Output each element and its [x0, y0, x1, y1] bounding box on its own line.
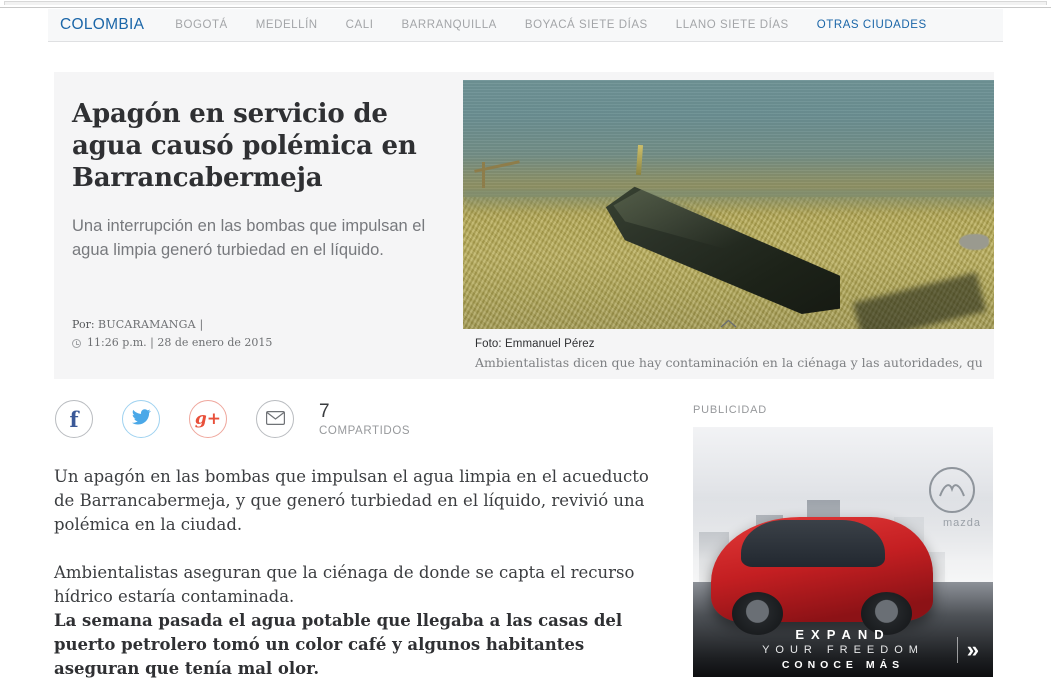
clock-icon — [72, 338, 81, 348]
photo-caption: Ambientalistas dicen que hay contaminaci… — [475, 355, 982, 370]
share-count-number: 7 — [319, 400, 330, 422]
share-count-label: COMPARTIDOS — [319, 424, 411, 437]
nav-item-bogota[interactable]: BOGOTÁ — [175, 19, 228, 31]
byline: Por: BUCARAMANGA | 11:26 p.m. | 28 de en… — [72, 317, 272, 351]
article-paragraph: La semana pasada el agua potable que lle… — [54, 611, 623, 678]
ad-cta-line2: YOUR FREEDOM — [762, 644, 924, 656]
city-navigation-bar: COLOMBIA BOGOTÁ MEDELLÍN CALI BARRANQUIL… — [48, 9, 1003, 42]
ad-car-window — [741, 519, 885, 567]
share-facebook-button[interactable]: f — [55, 400, 93, 438]
twitter-icon — [131, 409, 151, 429]
nav-item-llano-siete-dias[interactable]: LLANO SIETE DÍAS — [676, 19, 789, 31]
facebook-icon: f — [69, 406, 79, 432]
byline-source[interactable]: BUCARAMANGA | — [98, 318, 203, 331]
advertisement-label: PUBLICIDAD — [693, 404, 768, 416]
byline-source-row: Por: BUCARAMANGA | — [72, 317, 272, 333]
article-standfirst: Una interrupción en las bombas que impul… — [72, 217, 426, 259]
ad-cta-text: EXPAND YOUR FREEDOM CONOCE MÁS — [693, 627, 993, 671]
article-paragraph: Un apagón en las bombas que impulsan el … — [54, 467, 649, 534]
photo-credit: Foto: Emmanuel Pérez — [475, 338, 595, 350]
share-twitter-button[interactable] — [122, 400, 160, 438]
nav-item-otras-ciudades[interactable]: OTRAS CIUDADES — [817, 19, 927, 31]
envelope-icon — [265, 410, 285, 428]
top-strip-inner — [4, 1, 1047, 5]
google-plus-icon: g+ — [194, 408, 222, 429]
advertisement-banner[interactable]: mazda EXPAND YOUR FREEDOM CONOCE MÁS » — [693, 427, 993, 677]
photo-waterline — [463, 189, 994, 212]
share-googleplus-button[interactable]: g+ — [189, 400, 227, 438]
ad-chevron-right-icon[interactable]: » — [956, 637, 979, 663]
mazda-logo-icon — [929, 467, 975, 513]
ad-cta-line3: CONOCE MÁS — [781, 659, 905, 671]
advertisement-column: PUBLICIDAD mazda EXPAND YOUR FREEDOM CON… — [693, 404, 995, 677]
nav-item-cali[interactable]: CALI — [346, 19, 374, 31]
article-header-block: Apagón en servicio de agua causó polémic… — [54, 72, 994, 379]
nav-item-colombia[interactable]: COLOMBIA — [60, 16, 144, 34]
share-count-group: 7 COMPARTIDOS — [319, 400, 411, 437]
chevron-up-icon[interactable] — [716, 316, 742, 329]
nav-item-medellin[interactable]: MEDELLÍN — [256, 19, 318, 31]
article-body: Un apagón en las bombas que impulsan el … — [54, 465, 654, 681]
hero-media: Foto: Emmanuel Pérez Ambientalistas dice… — [463, 80, 994, 379]
byline-time-row: 11:26 p.m. | 28 de enero de 2015 — [72, 335, 272, 351]
share-email-button[interactable] — [256, 400, 294, 438]
photo-stick-left-vertical — [481, 162, 485, 189]
hero-photo[interactable] — [463, 80, 994, 329]
browser-top-strip — [0, 0, 1051, 8]
mazda-wordmark: mazda — [942, 517, 981, 529]
nav-item-boyaca-siete-dias[interactable]: BOYACÁ SIETE DÍAS — [525, 19, 648, 31]
ad-cta-line1: EXPAND — [795, 627, 891, 642]
photo-caption-box: Foto: Emmanuel Pérez Ambientalistas dice… — [463, 319, 994, 379]
page-title: Apagón en servicio de agua causó polémic… — [72, 99, 417, 193]
article-paragraph: Ambientalistas aseguran que la ciénaga d… — [54, 563, 635, 606]
article-timestamp: 11:26 p.m. | 28 de enero de 2015 — [87, 336, 273, 349]
headline-column: Apagón en servicio de agua causó polémic… — [54, 72, 464, 379]
byline-label: Por: — [72, 318, 95, 331]
share-row: f g+ 7 COMPARTIDOS — [55, 400, 410, 438]
nav-item-barranquilla[interactable]: BARRANQUILLA — [401, 19, 496, 31]
